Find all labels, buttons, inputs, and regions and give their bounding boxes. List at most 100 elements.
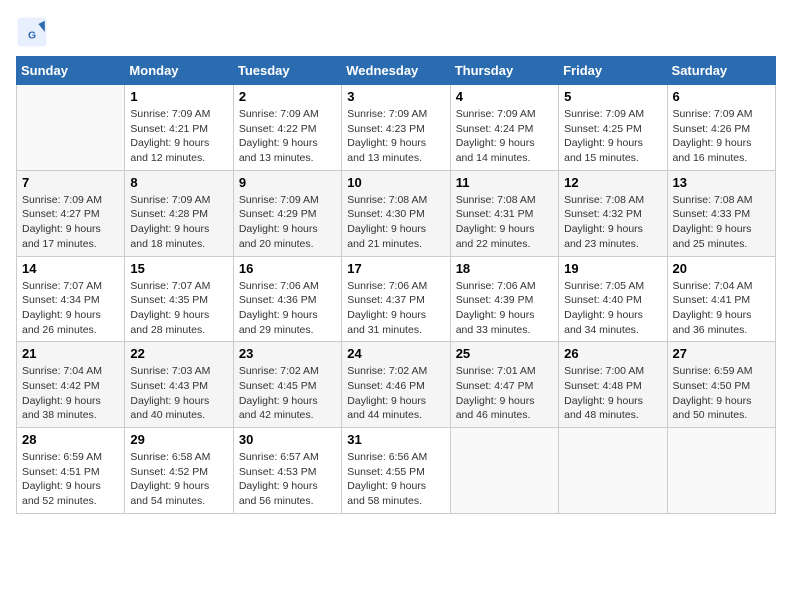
calendar-header: Sunday Monday Tuesday Wednesday Thursday… <box>17 57 776 85</box>
day-info: Sunrise: 7:09 AMSunset: 4:26 PMDaylight:… <box>673 107 770 166</box>
day-number: 22 <box>130 346 227 361</box>
day-number: 3 <box>347 89 444 104</box>
day-number: 24 <box>347 346 444 361</box>
day-number: 23 <box>239 346 336 361</box>
day-info: Sunrise: 7:05 AMSunset: 4:40 PMDaylight:… <box>564 279 661 338</box>
calendar-cell: 9 Sunrise: 7:09 AMSunset: 4:29 PMDaylight… <box>233 170 341 256</box>
calendar-cell: 1Sunrise: 7:09 AMSunset: 4:21 PMDaylight… <box>125 85 233 171</box>
calendar-cell: 14 Sunrise: 7:07 AMSunset: 4:34 PMDayligh… <box>17 256 125 342</box>
calendar-cell: 16 Sunrise: 7:06 AMSunset: 4:36 PMDayligh… <box>233 256 341 342</box>
calendar-week-row: 28Sunrise: 6:59 AMSunset: 4:51 PMDayligh… <box>17 428 776 514</box>
calendar-cell: 23 Sunrise: 7:02 AMSunset: 4:45 PMDayligh… <box>233 342 341 428</box>
calendar-cell: 21Sunrise: 7:04 AMSunset: 4:42 PMDayligh… <box>17 342 125 428</box>
day-info: Sunrise: 7:06 AMSunset: 4:37 PMDaylight:… <box>347 279 444 338</box>
calendar-cell: 19 Sunrise: 7:05 AMSunset: 4:40 PMDayligh… <box>559 256 667 342</box>
calendar-cell: 3 Sunrise: 7:09 AMSunset: 4:23 PMDaylight… <box>342 85 450 171</box>
day-info: Sunrise: 7:01 AMSunset: 4:47 PMDaylight:… <box>456 364 553 423</box>
calendar-cell: 5Sunrise: 7:09 AMSunset: 4:25 PMDaylight… <box>559 85 667 171</box>
calendar-cell: 8 Sunrise: 7:09 AMSunset: 4:28 PMDaylight… <box>125 170 233 256</box>
calendar-cell: 28Sunrise: 6:59 AMSunset: 4:51 PMDayligh… <box>17 428 125 514</box>
calendar-cell: 26Sunrise: 7:00 AMSunset: 4:48 PMDayligh… <box>559 342 667 428</box>
col-saturday: Saturday <box>667 57 775 85</box>
day-number: 13 <box>673 175 770 190</box>
day-number: 30 <box>239 432 336 447</box>
col-friday: Friday <box>559 57 667 85</box>
day-info: Sunrise: 7:09 AMSunset: 4:29 PMDaylight:… <box>239 193 336 252</box>
day-info: Sunrise: 7:04 AMSunset: 4:42 PMDaylight:… <box>22 364 119 423</box>
calendar-cell: 24 Sunrise: 7:02 AMSunset: 4:46 PMDayligh… <box>342 342 450 428</box>
day-number: 9 <box>239 175 336 190</box>
day-info: Sunrise: 6:59 AMSunset: 4:51 PMDaylight:… <box>22 450 119 509</box>
calendar-cell: 25 Sunrise: 7:01 AMSunset: 4:47 PMDayligh… <box>450 342 558 428</box>
day-number: 11 <box>456 175 553 190</box>
day-info: Sunrise: 7:07 AMSunset: 4:34 PMDaylight:… <box>22 279 119 338</box>
calendar-cell: 12 Sunrise: 7:08 AMSunset: 4:32 PMDayligh… <box>559 170 667 256</box>
calendar-cell: 11 Sunrise: 7:08 AMSunset: 4:31 PMDayligh… <box>450 170 558 256</box>
calendar-cell: 22 Sunrise: 7:03 AMSunset: 4:43 PMDayligh… <box>125 342 233 428</box>
day-number: 4 <box>456 89 553 104</box>
col-thursday: Thursday <box>450 57 558 85</box>
logo-icon: G <box>16 16 48 48</box>
day-number: 1 <box>130 89 227 104</box>
day-info: Sunrise: 7:08 AMSunset: 4:32 PMDaylight:… <box>564 193 661 252</box>
day-info: Sunrise: 7:02 AMSunset: 4:45 PMDaylight:… <box>239 364 336 423</box>
day-number: 16 <box>239 261 336 276</box>
col-tuesday: Tuesday <box>233 57 341 85</box>
day-info: Sunrise: 6:56 AMSunset: 4:55 PMDaylight:… <box>347 450 444 509</box>
day-number: 8 <box>130 175 227 190</box>
calendar-cell: 29Sunrise: 6:58 AMSunset: 4:52 PMDayligh… <box>125 428 233 514</box>
calendar-cell: 7Sunrise: 7:09 AMSunset: 4:27 PMDaylight… <box>17 170 125 256</box>
day-number: 19 <box>564 261 661 276</box>
day-info: Sunrise: 7:02 AMSunset: 4:46 PMDaylight:… <box>347 364 444 423</box>
calendar-cell <box>667 428 775 514</box>
day-info: Sunrise: 6:57 AMSunset: 4:53 PMDaylight:… <box>239 450 336 509</box>
calendar-cell: 10 Sunrise: 7:08 AMSunset: 4:30 PMDayligh… <box>342 170 450 256</box>
calendar-cell: 6 Sunrise: 7:09 AMSunset: 4:26 PMDaylight… <box>667 85 775 171</box>
col-wednesday: Wednesday <box>342 57 450 85</box>
day-info: Sunrise: 7:07 AMSunset: 4:35 PMDaylight:… <box>130 279 227 338</box>
calendar-cell: 18Sunrise: 7:06 AMSunset: 4:39 PMDayligh… <box>450 256 558 342</box>
day-number: 12 <box>564 175 661 190</box>
calendar-cell: 2Sunrise: 7:09 AMSunset: 4:22 PMDaylight… <box>233 85 341 171</box>
calendar-body: 1Sunrise: 7:09 AMSunset: 4:21 PMDaylight… <box>17 85 776 514</box>
calendar-cell: 27 Sunrise: 6:59 AMSunset: 4:50 PMDayligh… <box>667 342 775 428</box>
day-info: Sunrise: 6:58 AMSunset: 4:52 PMDaylight:… <box>130 450 227 509</box>
calendar-cell <box>17 85 125 171</box>
day-info: Sunrise: 7:09 AMSunset: 4:24 PMDaylight:… <box>456 107 553 166</box>
calendar-week-row: 14 Sunrise: 7:07 AMSunset: 4:34 PMDayligh… <box>17 256 776 342</box>
day-info: Sunrise: 7:09 AMSunset: 4:25 PMDaylight:… <box>564 107 661 166</box>
day-info: Sunrise: 7:08 AMSunset: 4:30 PMDaylight:… <box>347 193 444 252</box>
day-info: Sunrise: 6:59 AMSunset: 4:50 PMDaylight:… <box>673 364 770 423</box>
day-info: Sunrise: 7:06 AMSunset: 4:36 PMDaylight:… <box>239 279 336 338</box>
calendar-table: Sunday Monday Tuesday Wednesday Thursday… <box>16 56 776 514</box>
day-number: 31 <box>347 432 444 447</box>
calendar-cell: 30 Sunrise: 6:57 AMSunset: 4:53 PMDayligh… <box>233 428 341 514</box>
day-number: 15 <box>130 261 227 276</box>
day-info: Sunrise: 7:09 AMSunset: 4:23 PMDaylight:… <box>347 107 444 166</box>
calendar-week-row: 1Sunrise: 7:09 AMSunset: 4:21 PMDaylight… <box>17 85 776 171</box>
calendar-cell: 31 Sunrise: 6:56 AMSunset: 4:55 PMDayligh… <box>342 428 450 514</box>
day-info: Sunrise: 7:04 AMSunset: 4:41 PMDaylight:… <box>673 279 770 338</box>
day-info: Sunrise: 7:03 AMSunset: 4:43 PMDaylight:… <box>130 364 227 423</box>
day-info: Sunrise: 7:09 AMSunset: 4:28 PMDaylight:… <box>130 193 227 252</box>
day-info: Sunrise: 7:00 AMSunset: 4:48 PMDaylight:… <box>564 364 661 423</box>
day-number: 6 <box>673 89 770 104</box>
day-number: 27 <box>673 346 770 361</box>
day-info: Sunrise: 7:09 AMSunset: 4:22 PMDaylight:… <box>239 107 336 166</box>
day-number: 7 <box>22 175 119 190</box>
day-number: 25 <box>456 346 553 361</box>
logo: G <box>16 16 52 48</box>
day-info: Sunrise: 7:08 AMSunset: 4:33 PMDaylight:… <box>673 193 770 252</box>
day-number: 17 <box>347 261 444 276</box>
calendar-cell: 4 Sunrise: 7:09 AMSunset: 4:24 PMDaylight… <box>450 85 558 171</box>
page-header: G <box>16 16 776 48</box>
calendar-week-row: 21Sunrise: 7:04 AMSunset: 4:42 PMDayligh… <box>17 342 776 428</box>
calendar-cell: 13 Sunrise: 7:08 AMSunset: 4:33 PMDayligh… <box>667 170 775 256</box>
day-info: Sunrise: 7:08 AMSunset: 4:31 PMDaylight:… <box>456 193 553 252</box>
day-number: 14 <box>22 261 119 276</box>
calendar-week-row: 7Sunrise: 7:09 AMSunset: 4:27 PMDaylight… <box>17 170 776 256</box>
day-number: 20 <box>673 261 770 276</box>
day-number: 10 <box>347 175 444 190</box>
calendar-cell: 17 Sunrise: 7:06 AMSunset: 4:37 PMDayligh… <box>342 256 450 342</box>
calendar-cell <box>559 428 667 514</box>
